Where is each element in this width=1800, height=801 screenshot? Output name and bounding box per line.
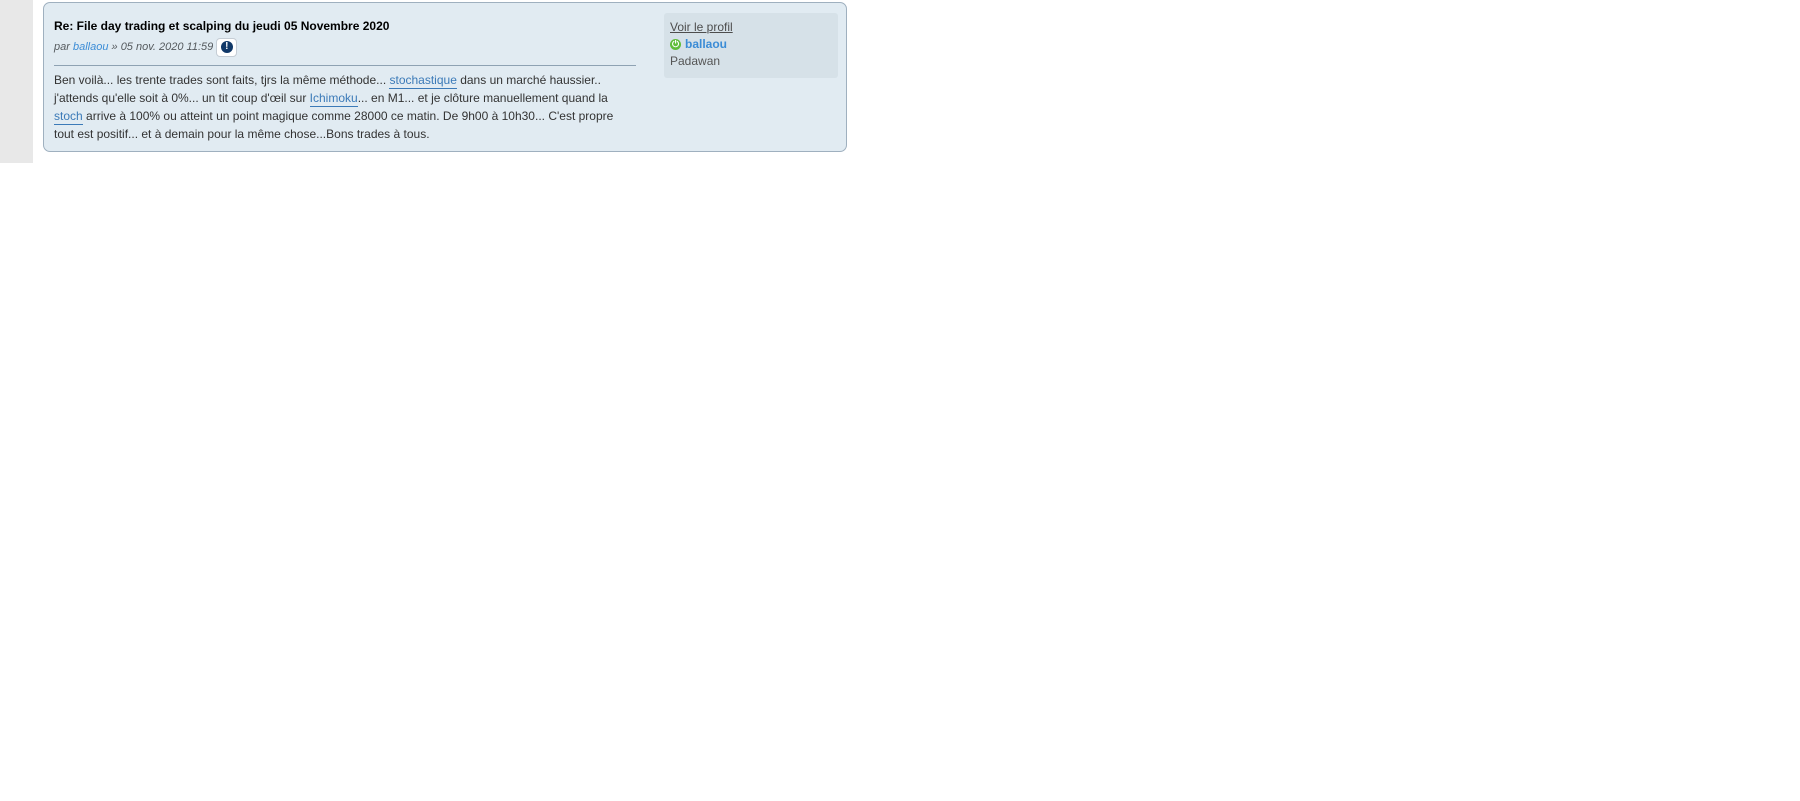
post-meta: par ballaou » 05 nov. 2020 11:59 ! xyxy=(54,36,636,58)
power-icon: ⏻ xyxy=(670,39,681,50)
post-divider xyxy=(54,65,636,66)
keyword-link-stoch[interactable]: stoch xyxy=(54,109,83,125)
post-content: Ben voilà... les trente trades sont fait… xyxy=(54,71,636,143)
keyword-link-stochastique[interactable]: stochastique xyxy=(389,73,457,89)
profile-user-row: ⏻ ballaou xyxy=(670,36,832,53)
post-author-link[interactable]: ballaou xyxy=(73,36,108,58)
page: Re: File day trading et scalping du jeud… xyxy=(0,0,1800,801)
post-date: 05 nov. 2020 11:59 xyxy=(120,41,214,53)
post-body: Re: File day trading et scalping du jeud… xyxy=(54,17,636,143)
left-sidebar-strip xyxy=(0,0,33,163)
profile-username-link[interactable]: ballaou xyxy=(685,36,727,53)
post-by-prefix: par xyxy=(54,41,73,53)
left-sidebar-strip-edge xyxy=(0,155,18,163)
exclamation-icon: ! xyxy=(220,41,233,53)
content-text-1: Ben voilà... les trente trades sont fait… xyxy=(54,73,390,87)
content-text-3: ... en M1... et je clôture manuellement … xyxy=(357,91,608,105)
report-post-button[interactable]: ! xyxy=(216,37,238,57)
forum-post: Re: File day trading et scalping du jeud… xyxy=(43,2,847,152)
profile-rank: Padawan xyxy=(670,54,721,68)
keyword-link-ichimoku[interactable]: Ichimoku xyxy=(309,91,358,107)
post-profile-box: Voir le profil ⏻ ballaou Padawan xyxy=(664,13,838,78)
view-profile-link[interactable]: Voir le profil xyxy=(670,19,832,36)
post-title[interactable]: Re: File day trading et scalping du jeud… xyxy=(54,17,636,35)
content-text-4: arrive à 100% ou atteint un point magiqu… xyxy=(54,109,614,141)
post-meta-separator: » xyxy=(108,41,121,53)
